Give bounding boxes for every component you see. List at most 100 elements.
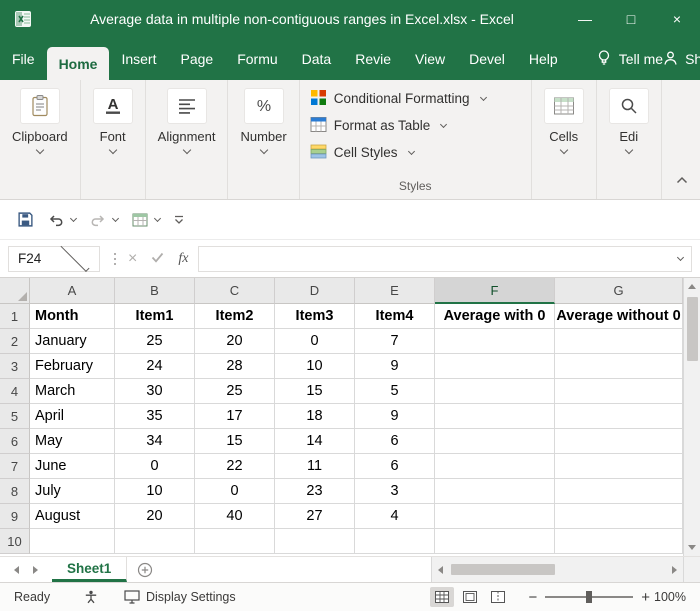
zoom-out-button[interactable]: − bbox=[524, 589, 541, 606]
cell-E9[interactable]: 4 bbox=[355, 504, 435, 529]
close-button[interactable]: × bbox=[654, 0, 700, 38]
row-header-3[interactable]: 3 bbox=[0, 354, 30, 379]
collapse-ribbon-button[interactable] bbox=[672, 167, 692, 193]
tell-me-button[interactable]: Tell me bbox=[596, 38, 663, 80]
column-header-b[interactable]: B bbox=[115, 278, 195, 304]
cell-D5[interactable]: 18 bbox=[275, 404, 355, 429]
cell-C5[interactable]: 17 bbox=[195, 404, 275, 429]
cell-D9[interactable]: 27 bbox=[275, 504, 355, 529]
select-all-button[interactable] bbox=[0, 278, 30, 304]
cell-C6[interactable]: 15 bbox=[195, 429, 275, 454]
cell-E6[interactable]: 6 bbox=[355, 429, 435, 454]
redo-button[interactable] bbox=[85, 209, 123, 231]
display-settings-button[interactable]: Display Settings bbox=[124, 590, 236, 604]
cell-G10[interactable] bbox=[555, 529, 683, 554]
cell-B9[interactable]: 20 bbox=[115, 504, 195, 529]
row-header-9[interactable]: 9 bbox=[0, 504, 30, 529]
ribbon-tab-data[interactable]: Data bbox=[290, 38, 344, 80]
cell-A8[interactable]: July bbox=[30, 479, 115, 504]
row-header-10[interactable]: 10 bbox=[0, 529, 30, 554]
column-header-g[interactable]: G bbox=[555, 278, 683, 304]
cell-E3[interactable]: 9 bbox=[355, 354, 435, 379]
cell-C4[interactable]: 25 bbox=[195, 379, 275, 404]
cell-A5[interactable]: April bbox=[30, 404, 115, 429]
ribbon-tab-page-layout[interactable]: Page bbox=[168, 38, 225, 80]
ribbon-tab-developer[interactable]: Devel bbox=[457, 38, 517, 80]
cell-G7[interactable] bbox=[555, 454, 683, 479]
undo-button[interactable] bbox=[43, 209, 81, 231]
expand-formula-bar-icon[interactable] bbox=[677, 254, 684, 261]
cell-D3[interactable]: 10 bbox=[275, 354, 355, 379]
cell-D10[interactable] bbox=[275, 529, 355, 554]
cell-C7[interactable]: 22 bbox=[195, 454, 275, 479]
share-button[interactable]: Share bbox=[663, 38, 700, 80]
row-header-5[interactable]: 5 bbox=[0, 404, 30, 429]
cell-B4[interactable]: 30 bbox=[115, 379, 195, 404]
cell-D4[interactable]: 15 bbox=[275, 379, 355, 404]
alignment-group-button[interactable]: Alignment bbox=[146, 80, 229, 199]
cell-A4[interactable]: March bbox=[30, 379, 115, 404]
column-header-e[interactable]: E bbox=[355, 278, 435, 304]
formula-bar-grip[interactable] bbox=[114, 253, 116, 265]
cell-E7[interactable]: 6 bbox=[355, 454, 435, 479]
row-header-6[interactable]: 6 bbox=[0, 429, 30, 454]
cell-F6[interactable] bbox=[435, 429, 555, 454]
cell-D7[interactable]: 11 bbox=[275, 454, 355, 479]
cell-F1[interactable]: Average with 0 bbox=[435, 304, 555, 329]
cell-F10[interactable] bbox=[435, 529, 555, 554]
accessibility-checker-button[interactable] bbox=[84, 590, 98, 604]
name-box[interactable]: F24 bbox=[8, 246, 100, 272]
cell-A2[interactable]: January bbox=[30, 329, 115, 354]
row-header-2[interactable]: 2 bbox=[0, 329, 30, 354]
cell-C9[interactable]: 40 bbox=[195, 504, 275, 529]
zoom-in-button[interactable]: + bbox=[637, 589, 654, 606]
column-header-d[interactable]: D bbox=[275, 278, 355, 304]
ribbon-tab-help[interactable]: Help bbox=[517, 38, 570, 80]
cells-group-button[interactable]: Cells bbox=[532, 80, 597, 199]
cell-C1[interactable]: Item2 bbox=[195, 304, 275, 329]
cell-B5[interactable]: 35 bbox=[115, 404, 195, 429]
cell-A7[interactable]: June bbox=[30, 454, 115, 479]
column-header-a[interactable]: A bbox=[30, 278, 115, 304]
horizontal-scrollbar[interactable] bbox=[431, 557, 683, 582]
customize-quick-access-button[interactable] bbox=[169, 211, 189, 229]
maximize-button[interactable]: □ bbox=[608, 0, 654, 38]
row-header-8[interactable]: 8 bbox=[0, 479, 30, 504]
cell-F9[interactable] bbox=[435, 504, 555, 529]
scroll-up-button[interactable] bbox=[684, 278, 700, 295]
confirm-entry-icon[interactable] bbox=[151, 250, 164, 268]
cell-E8[interactable]: 3 bbox=[355, 479, 435, 504]
zoom-level[interactable]: 100% bbox=[654, 590, 700, 604]
cell-F3[interactable] bbox=[435, 354, 555, 379]
cell-E1[interactable]: Item4 bbox=[355, 304, 435, 329]
cell-G1[interactable]: Average without 0 bbox=[555, 304, 683, 329]
column-header-c[interactable]: C bbox=[195, 278, 275, 304]
row-header-7[interactable]: 7 bbox=[0, 454, 30, 479]
save-button[interactable] bbox=[12, 207, 39, 232]
ribbon-tab-view[interactable]: View bbox=[403, 38, 457, 80]
ribbon-tab-insert[interactable]: Insert bbox=[109, 38, 168, 80]
format-as-table-button[interactable]: Format as Table bbox=[310, 112, 521, 139]
editing-group-button[interactable]: Edi bbox=[597, 80, 662, 199]
cell-B8[interactable]: 10 bbox=[115, 479, 195, 504]
cancel-entry-icon[interactable]: × bbox=[128, 250, 137, 268]
cell-A10[interactable] bbox=[30, 529, 115, 554]
row-header-1[interactable]: 1 bbox=[0, 304, 30, 329]
ribbon-tab-review[interactable]: Revie bbox=[343, 38, 403, 80]
scroll-left-button[interactable] bbox=[432, 561, 449, 578]
previous-sheet-button[interactable] bbox=[14, 566, 19, 574]
cell-G3[interactable] bbox=[555, 354, 683, 379]
cell-D1[interactable]: Item3 bbox=[275, 304, 355, 329]
quick-access-sheet-button[interactable] bbox=[127, 209, 165, 231]
ribbon-tab-file[interactable]: File bbox=[0, 38, 47, 80]
page-break-view-button[interactable] bbox=[486, 587, 510, 607]
scroll-down-button[interactable] bbox=[684, 539, 700, 556]
new-sheet-button[interactable] bbox=[127, 557, 163, 582]
cell-C10[interactable] bbox=[195, 529, 275, 554]
minimize-button[interactable]: — bbox=[562, 0, 608, 38]
clipboard-group-button[interactable]: Clipboard bbox=[0, 80, 81, 199]
cell-A1[interactable]: Month bbox=[30, 304, 115, 329]
cell-D8[interactable]: 23 bbox=[275, 479, 355, 504]
ribbon-tab-formulas[interactable]: Formu bbox=[225, 38, 289, 80]
formula-input[interactable] bbox=[198, 246, 692, 272]
